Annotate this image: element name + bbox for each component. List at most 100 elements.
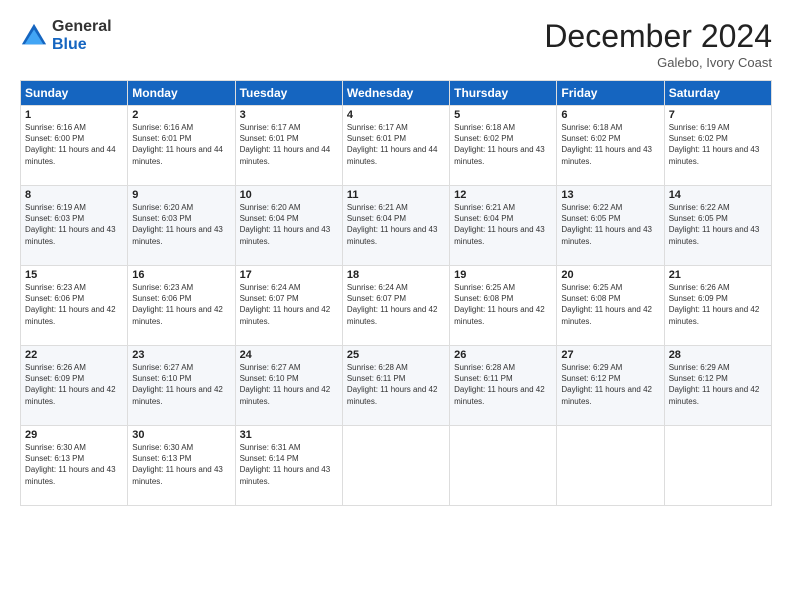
day-info: Sunrise: 6:26 AM Sunset: 6:09 PM Dayligh… xyxy=(669,282,767,327)
table-row: 6 Sunrise: 6:18 AM Sunset: 6:02 PM Dayli… xyxy=(557,106,664,186)
day-number: 14 xyxy=(669,189,767,201)
col-sunday: Sunday xyxy=(21,81,128,106)
col-tuesday: Tuesday xyxy=(235,81,342,106)
day-number: 2 xyxy=(132,109,230,121)
day-info: Sunrise: 6:30 AM Sunset: 6:13 PM Dayligh… xyxy=(25,442,123,487)
day-info: Sunrise: 6:18 AM Sunset: 6:02 PM Dayligh… xyxy=(561,122,659,167)
table-row: 18 Sunrise: 6:24 AM Sunset: 6:07 PM Dayl… xyxy=(342,266,449,346)
day-number: 5 xyxy=(454,109,552,121)
day-info: Sunrise: 6:17 AM Sunset: 6:01 PM Dayligh… xyxy=(240,122,338,167)
table-row: 17 Sunrise: 6:24 AM Sunset: 6:07 PM Dayl… xyxy=(235,266,342,346)
day-number: 17 xyxy=(240,269,338,281)
day-number: 18 xyxy=(347,269,445,281)
day-number: 22 xyxy=(25,349,123,361)
col-monday: Monday xyxy=(128,81,235,106)
table-row: 11 Sunrise: 6:21 AM Sunset: 6:04 PM Dayl… xyxy=(342,186,449,266)
table-row: 28 Sunrise: 6:29 AM Sunset: 6:12 PM Dayl… xyxy=(664,346,771,426)
day-info: Sunrise: 6:27 AM Sunset: 6:10 PM Dayligh… xyxy=(132,362,230,407)
day-info: Sunrise: 6:30 AM Sunset: 6:13 PM Dayligh… xyxy=(132,442,230,487)
table-row: 3 Sunrise: 6:17 AM Sunset: 6:01 PM Dayli… xyxy=(235,106,342,186)
day-info: Sunrise: 6:28 AM Sunset: 6:11 PM Dayligh… xyxy=(347,362,445,407)
table-row: 31 Sunrise: 6:31 AM Sunset: 6:14 PM Dayl… xyxy=(235,426,342,506)
table-row: 5 Sunrise: 6:18 AM Sunset: 6:02 PM Dayli… xyxy=(450,106,557,186)
day-number: 15 xyxy=(25,269,123,281)
col-thursday: Thursday xyxy=(450,81,557,106)
day-info: Sunrise: 6:22 AM Sunset: 6:05 PM Dayligh… xyxy=(669,202,767,247)
day-number: 27 xyxy=(561,349,659,361)
table-row xyxy=(342,426,449,506)
day-info: Sunrise: 6:27 AM Sunset: 6:10 PM Dayligh… xyxy=(240,362,338,407)
day-info: Sunrise: 6:19 AM Sunset: 6:03 PM Dayligh… xyxy=(25,202,123,247)
calendar-row: 8 Sunrise: 6:19 AM Sunset: 6:03 PM Dayli… xyxy=(21,186,772,266)
day-info: Sunrise: 6:20 AM Sunset: 6:04 PM Dayligh… xyxy=(240,202,338,247)
day-info: Sunrise: 6:21 AM Sunset: 6:04 PM Dayligh… xyxy=(454,202,552,247)
day-info: Sunrise: 6:29 AM Sunset: 6:12 PM Dayligh… xyxy=(669,362,767,407)
table-row: 21 Sunrise: 6:26 AM Sunset: 6:09 PM Dayl… xyxy=(664,266,771,346)
day-info: Sunrise: 6:17 AM Sunset: 6:01 PM Dayligh… xyxy=(347,122,445,167)
table-row: 10 Sunrise: 6:20 AM Sunset: 6:04 PM Dayl… xyxy=(235,186,342,266)
table-row xyxy=(664,426,771,506)
day-info: Sunrise: 6:26 AM Sunset: 6:09 PM Dayligh… xyxy=(25,362,123,407)
day-number: 20 xyxy=(561,269,659,281)
day-info: Sunrise: 6:19 AM Sunset: 6:02 PM Dayligh… xyxy=(669,122,767,167)
day-number: 7 xyxy=(669,109,767,121)
calendar-row: 22 Sunrise: 6:26 AM Sunset: 6:09 PM Dayl… xyxy=(21,346,772,426)
table-row: 14 Sunrise: 6:22 AM Sunset: 6:05 PM Dayl… xyxy=(664,186,771,266)
day-info: Sunrise: 6:20 AM Sunset: 6:03 PM Dayligh… xyxy=(132,202,230,247)
table-row: 4 Sunrise: 6:17 AM Sunset: 6:01 PM Dayli… xyxy=(342,106,449,186)
subtitle: Galebo, Ivory Coast xyxy=(544,55,772,70)
day-number: 3 xyxy=(240,109,338,121)
table-row: 9 Sunrise: 6:20 AM Sunset: 6:03 PM Dayli… xyxy=(128,186,235,266)
day-number: 19 xyxy=(454,269,552,281)
table-row: 13 Sunrise: 6:22 AM Sunset: 6:05 PM Dayl… xyxy=(557,186,664,266)
day-info: Sunrise: 6:25 AM Sunset: 6:08 PM Dayligh… xyxy=(454,282,552,327)
header: General Blue December 2024 Galebo, Ivory… xyxy=(20,18,772,70)
day-number: 29 xyxy=(25,429,123,441)
day-info: Sunrise: 6:21 AM Sunset: 6:04 PM Dayligh… xyxy=(347,202,445,247)
table-row: 27 Sunrise: 6:29 AM Sunset: 6:12 PM Dayl… xyxy=(557,346,664,426)
table-row: 26 Sunrise: 6:28 AM Sunset: 6:11 PM Dayl… xyxy=(450,346,557,426)
calendar-row: 15 Sunrise: 6:23 AM Sunset: 6:06 PM Dayl… xyxy=(21,266,772,346)
table-row: 1 Sunrise: 6:16 AM Sunset: 6:00 PM Dayli… xyxy=(21,106,128,186)
calendar-row: 1 Sunrise: 6:16 AM Sunset: 6:00 PM Dayli… xyxy=(21,106,772,186)
table-row: 15 Sunrise: 6:23 AM Sunset: 6:06 PM Dayl… xyxy=(21,266,128,346)
table-row: 23 Sunrise: 6:27 AM Sunset: 6:10 PM Dayl… xyxy=(128,346,235,426)
table-row: 25 Sunrise: 6:28 AM Sunset: 6:11 PM Dayl… xyxy=(342,346,449,426)
calendar-table: Sunday Monday Tuesday Wednesday Thursday… xyxy=(20,80,772,506)
calendar-header-row: Sunday Monday Tuesday Wednesday Thursday… xyxy=(21,81,772,106)
table-row: 22 Sunrise: 6:26 AM Sunset: 6:09 PM Dayl… xyxy=(21,346,128,426)
day-number: 21 xyxy=(669,269,767,281)
day-info: Sunrise: 6:22 AM Sunset: 6:05 PM Dayligh… xyxy=(561,202,659,247)
day-number: 9 xyxy=(132,189,230,201)
day-info: Sunrise: 6:23 AM Sunset: 6:06 PM Dayligh… xyxy=(25,282,123,327)
day-number: 4 xyxy=(347,109,445,121)
table-row: 2 Sunrise: 6:16 AM Sunset: 6:01 PM Dayli… xyxy=(128,106,235,186)
day-info: Sunrise: 6:31 AM Sunset: 6:14 PM Dayligh… xyxy=(240,442,338,487)
day-number: 28 xyxy=(669,349,767,361)
table-row: 19 Sunrise: 6:25 AM Sunset: 6:08 PM Dayl… xyxy=(450,266,557,346)
title-area: December 2024 Galebo, Ivory Coast xyxy=(544,18,772,70)
day-number: 10 xyxy=(240,189,338,201)
col-wednesday: Wednesday xyxy=(342,81,449,106)
day-number: 1 xyxy=(25,109,123,121)
day-number: 26 xyxy=(454,349,552,361)
day-number: 12 xyxy=(454,189,552,201)
table-row: 29 Sunrise: 6:30 AM Sunset: 6:13 PM Dayl… xyxy=(21,426,128,506)
day-number: 13 xyxy=(561,189,659,201)
day-info: Sunrise: 6:28 AM Sunset: 6:11 PM Dayligh… xyxy=(454,362,552,407)
day-number: 6 xyxy=(561,109,659,121)
table-row: 8 Sunrise: 6:19 AM Sunset: 6:03 PM Dayli… xyxy=(21,186,128,266)
logo-icon xyxy=(20,22,48,50)
day-number: 16 xyxy=(132,269,230,281)
table-row: 16 Sunrise: 6:23 AM Sunset: 6:06 PM Dayl… xyxy=(128,266,235,346)
day-info: Sunrise: 6:23 AM Sunset: 6:06 PM Dayligh… xyxy=(132,282,230,327)
day-number: 31 xyxy=(240,429,338,441)
col-saturday: Saturday xyxy=(664,81,771,106)
logo: General Blue xyxy=(20,18,112,53)
table-row: 24 Sunrise: 6:27 AM Sunset: 6:10 PM Dayl… xyxy=(235,346,342,426)
table-row: 20 Sunrise: 6:25 AM Sunset: 6:08 PM Dayl… xyxy=(557,266,664,346)
day-info: Sunrise: 6:24 AM Sunset: 6:07 PM Dayligh… xyxy=(347,282,445,327)
day-info: Sunrise: 6:18 AM Sunset: 6:02 PM Dayligh… xyxy=(454,122,552,167)
col-friday: Friday xyxy=(557,81,664,106)
table-row: 7 Sunrise: 6:19 AM Sunset: 6:02 PM Dayli… xyxy=(664,106,771,186)
